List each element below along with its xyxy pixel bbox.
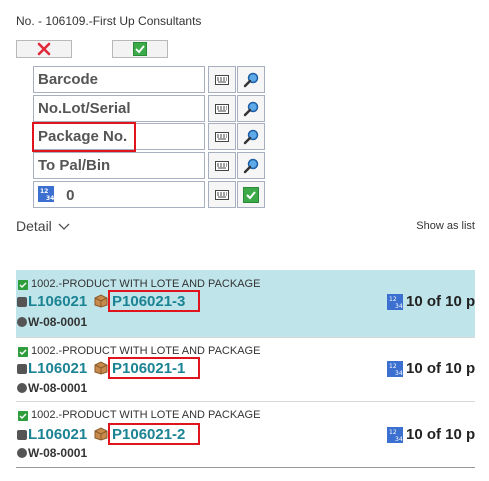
detail-label: Detail [16,218,52,234]
cancel-button[interactable] [16,40,72,58]
bin-keyboard-button[interactable] [208,152,236,179]
divider [16,401,475,402]
to-pal-bin-field[interactable]: To Pal/Bin [33,152,205,179]
package-highlight [108,290,200,312]
magnifier-icon [243,72,259,87]
lot-icon [17,297,27,307]
x-icon [37,42,51,56]
divider [16,337,475,338]
lot-number: L106021 [28,426,88,443]
package-highlight [108,357,200,379]
keyboard-icon [215,74,229,85]
lot-number: L106021 [28,360,88,377]
check-icon [18,347,28,357]
lot-keyboard-button[interactable] [208,95,236,122]
page-title: No. - 106109.-First Up Consultants [16,14,202,28]
confirm-button[interactable] [112,40,168,58]
bin-code: W-08-0001 [28,446,88,460]
numeric-icon: 1234 [387,361,403,377]
quantity-field[interactable]: 12 34 0 [33,181,205,208]
lot-search-button[interactable] [237,95,265,122]
keyboard-icon [215,189,229,200]
quantity-label: 10 of 10 p [406,426,476,443]
numeric-icon: 12 34 [38,186,54,202]
check-icon [18,411,28,421]
keyboard-icon [215,131,229,142]
svg-text:12: 12 [389,296,397,303]
bin-icon [17,317,27,327]
product-name: 1002.-PRODUCT WITH LOTE AND PACKAGE [31,278,261,290]
divider [16,467,475,468]
box-icon [94,427,108,441]
check-icon [243,186,259,203]
lot-serial-field[interactable]: No.Lot/Serial [33,95,205,122]
quantity-label: 10 of 10 p [406,293,476,310]
product-name: 1002.-PRODUCT WITH LOTE AND PACKAGE [31,345,261,357]
svg-text:34: 34 [46,195,54,202]
svg-text:34: 34 [395,436,403,443]
bin-search-button[interactable] [237,152,265,179]
check-icon [133,42,147,56]
magnifier-icon [243,101,259,116]
quantity-value: 0 [66,187,75,204]
lot-icon [17,364,27,374]
package-highlight [108,423,200,445]
svg-text:12: 12 [40,188,48,195]
bin-code: W-08-0001 [28,381,88,395]
bin-icon [17,383,27,393]
svg-text:12: 12 [389,363,397,370]
quantity-keyboard-button[interactable] [208,181,236,208]
bin-code: W-08-0001 [28,315,88,329]
show-as-list-link[interactable]: Show as list [416,220,475,232]
lot-number: L106021 [28,293,88,310]
package-field-highlight [32,122,136,152]
svg-text:12: 12 [389,429,397,436]
bin-icon [17,448,27,458]
box-icon [94,294,108,308]
detail-toggle[interactable]: Detail [16,218,70,234]
chevron-down-icon [58,223,70,230]
barcode-field[interactable]: Barcode [33,66,205,93]
magnifier-icon [243,158,259,173]
product-name: 1002.-PRODUCT WITH LOTE AND PACKAGE [31,409,261,421]
quantity-confirm-button[interactable] [237,181,265,208]
keyboard-icon [215,103,229,114]
package-keyboard-button[interactable] [208,123,236,150]
quantity-label: 10 of 10 p [406,360,476,377]
keyboard-icon [215,160,229,171]
magnifier-icon [243,129,259,144]
check-icon [18,280,28,290]
box-icon [94,361,108,375]
numeric-icon: 1234 [387,294,403,310]
barcode-search-button[interactable] [237,66,265,93]
svg-text:34: 34 [395,303,403,310]
svg-text:34: 34 [395,370,403,377]
lot-icon [17,430,27,440]
barcode-keyboard-button[interactable] [208,66,236,93]
numeric-icon: 1234 [387,427,403,443]
package-search-button[interactable] [237,123,265,150]
